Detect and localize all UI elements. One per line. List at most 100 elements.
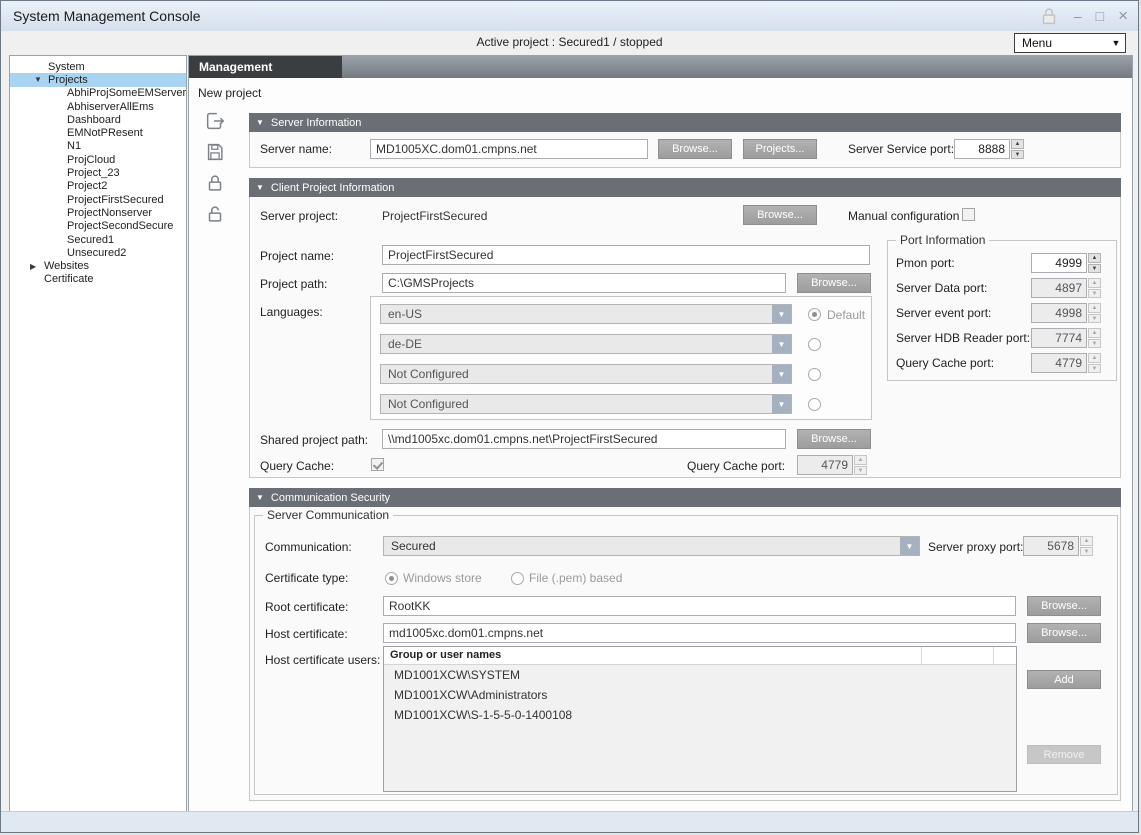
tree-item[interactable]: N1 — [10, 140, 186, 153]
tree-item[interactable]: ProjCloud — [10, 153, 186, 166]
pmon-port-input[interactable] — [1031, 253, 1087, 273]
shared-path-browse-button[interactable]: Browse... — [797, 429, 871, 449]
projects-button[interactable]: Projects... — [743, 139, 817, 159]
spin-up-icon[interactable]: ▲ — [1088, 253, 1101, 263]
file-pem-radio[interactable] — [511, 572, 524, 585]
manual-configuration-checkbox[interactable] — [962, 208, 975, 221]
unlock-icon[interactable] — [204, 203, 226, 225]
chevron-down-icon: ▼ — [772, 305, 791, 323]
windows-store-radio[interactable] — [385, 572, 398, 585]
client-project-header[interactable]: ▼ Client Project Information — [249, 178, 1121, 197]
minimize-button[interactable]: – — [1074, 9, 1082, 23]
host-certificate-input[interactable] — [383, 623, 1016, 643]
save-icon[interactable] — [204, 141, 226, 163]
languages-label: Languages: — [260, 305, 323, 319]
tab-management[interactable]: Management — [189, 56, 342, 78]
server-service-port-input[interactable] — [954, 139, 1010, 159]
communication-label: Communication: — [265, 540, 352, 554]
root-certificate-input[interactable] — [383, 596, 1016, 616]
language-default-radio-3[interactable] — [808, 368, 821, 381]
tree-item-certificate[interactable]: Certificate — [10, 273, 186, 286]
tree-item[interactable]: Unsecured2 — [10, 246, 186, 259]
tree-item[interactable]: ProjectFirstSecured — [10, 193, 186, 206]
tree-item[interactable]: Secured1 — [10, 233, 186, 246]
server-name-browse-button[interactable]: Browse... — [658, 139, 732, 159]
communication-select[interactable]: Secured ▼ — [383, 536, 920, 556]
menu-dropdown[interactable]: Menu ▼ — [1014, 33, 1126, 53]
language-select-4[interactable]: Not Configured ▼ — [380, 394, 792, 414]
language-select-3[interactable]: Not Configured ▼ — [380, 364, 792, 384]
spin-up-icon[interactable]: ▲ — [1080, 536, 1093, 546]
tree-item[interactable]: AbhiserverAllEms — [10, 100, 186, 113]
tree-item[interactable]: Project2 — [10, 180, 186, 193]
language-default-radio-1[interactable] — [808, 308, 821, 321]
server-hdb-reader-port-label: Server HDB Reader port: — [896, 331, 1030, 345]
server-service-port-label: Server Service port: — [848, 142, 954, 156]
language-select-1[interactable]: en-US ▼ — [380, 304, 792, 324]
spin-down-icon[interactable]: ▼ — [1080, 547, 1093, 557]
tree-item-websites[interactable]: ▶Websites — [10, 259, 186, 272]
chevron-down-icon: ▼ — [772, 365, 791, 383]
tree-item-label: Certificate — [44, 273, 94, 285]
server-data-port-stepper: ▲▼ — [1031, 278, 1101, 298]
communication-security-header[interactable]: ▼ Communication Security — [249, 488, 1121, 507]
client-project-body: Server project: ProjectFirstSecured Brow… — [249, 197, 1121, 478]
server-service-port-stepper[interactable]: ▲▼ — [954, 139, 1024, 159]
list-item[interactable]: MD1001XCW\SYSTEM — [384, 665, 1016, 685]
shared-project-path-input[interactable] — [382, 429, 786, 449]
tree-expanded-icon[interactable]: ▼ — [34, 75, 48, 84]
server-name-label: Server name: — [260, 142, 332, 156]
chevron-down-icon: ▼ — [772, 335, 791, 353]
lock-icon[interactable] — [204, 172, 226, 194]
combo-value: en-US — [381, 307, 772, 321]
add-user-button[interactable]: Add — [1027, 670, 1101, 689]
host-certificate-label: Host certificate: — [265, 627, 348, 641]
pmon-port-stepper[interactable]: ▲▼ — [1031, 253, 1101, 273]
group-or-user-names-header: Group or user names — [384, 647, 922, 664]
tree-item[interactable]: EMNotPResent — [10, 126, 186, 139]
tree-item-label: System — [48, 61, 85, 73]
server-project-browse-button[interactable]: Browse... — [743, 205, 817, 225]
project-name-input[interactable] — [382, 245, 870, 265]
tree-item[interactable]: Project_23 — [10, 166, 186, 179]
spin-up-icon[interactable]: ▲ — [1011, 139, 1024, 149]
server-proxy-port-input[interactable] — [1023, 536, 1079, 556]
language-select-2[interactable]: de-DE ▼ — [380, 334, 792, 354]
certificate-users-list[interactable]: Group or user names MD1001XCW\SYSTEM MD1… — [383, 646, 1017, 792]
language-default-radio-2[interactable] — [808, 338, 821, 351]
spin-up-icon: ▲ — [854, 455, 867, 465]
list-item[interactable]: MD1001XCW\Administrators — [384, 685, 1016, 705]
tree-item-system[interactable]: System — [10, 60, 186, 73]
list-item[interactable]: MD1001XCW\S-1-5-5-0-1400108 — [384, 705, 1016, 725]
server-information-header[interactable]: ▼ Server Information — [249, 113, 1121, 132]
tree-collapsed-icon[interactable]: ▶ — [30, 262, 44, 271]
tree-item-label: AbhiserverAllEms — [67, 101, 154, 113]
navigation-tree: System ▼Projects AbhiProjSomeEMServer Ab… — [9, 55, 187, 813]
server-event-port-label: Server event port: — [896, 306, 991, 320]
section-title: Communication Security — [271, 492, 390, 504]
query-cache-port-label-2: Query Cache port: — [687, 459, 785, 473]
spin-down-icon[interactable]: ▼ — [1011, 150, 1024, 160]
host-certificate-users-label: Host certificate users: — [265, 653, 380, 667]
spin-down-icon[interactable]: ▼ — [1088, 264, 1101, 274]
tree-item[interactable]: ProjectNonserver — [10, 206, 186, 219]
host-certificate-browse-button[interactable]: Browse... — [1027, 623, 1101, 643]
project-path-input[interactable] — [382, 273, 786, 293]
tree-item[interactable]: Dashboard — [10, 113, 186, 126]
tree-item[interactable]: ProjectSecondSecure — [10, 220, 186, 233]
language-default-radio-4[interactable] — [808, 398, 821, 411]
close-button[interactable]: × — [1118, 9, 1128, 23]
empty-header-cell — [994, 647, 1016, 664]
open-project-button[interactable] — [204, 110, 226, 132]
project-path-browse-button[interactable]: Browse... — [797, 273, 871, 293]
server-project-label: Server project: — [260, 209, 338, 223]
maximize-button[interactable]: □ — [1096, 9, 1104, 23]
server-information-body: Server name: Browse... Projects... Serve… — [249, 132, 1121, 168]
server-name-input[interactable] — [370, 139, 648, 159]
root-certificate-browse-button[interactable]: Browse... — [1027, 596, 1101, 616]
windows-store-label: Windows store — [403, 571, 482, 585]
tree-item-projects[interactable]: ▼Projects — [10, 73, 186, 86]
server-proxy-port-stepper[interactable]: ▲▼ — [1023, 536, 1093, 556]
combo-value: Not Configured — [381, 397, 772, 411]
tree-item[interactable]: AbhiProjSomeEMServer — [10, 87, 186, 100]
